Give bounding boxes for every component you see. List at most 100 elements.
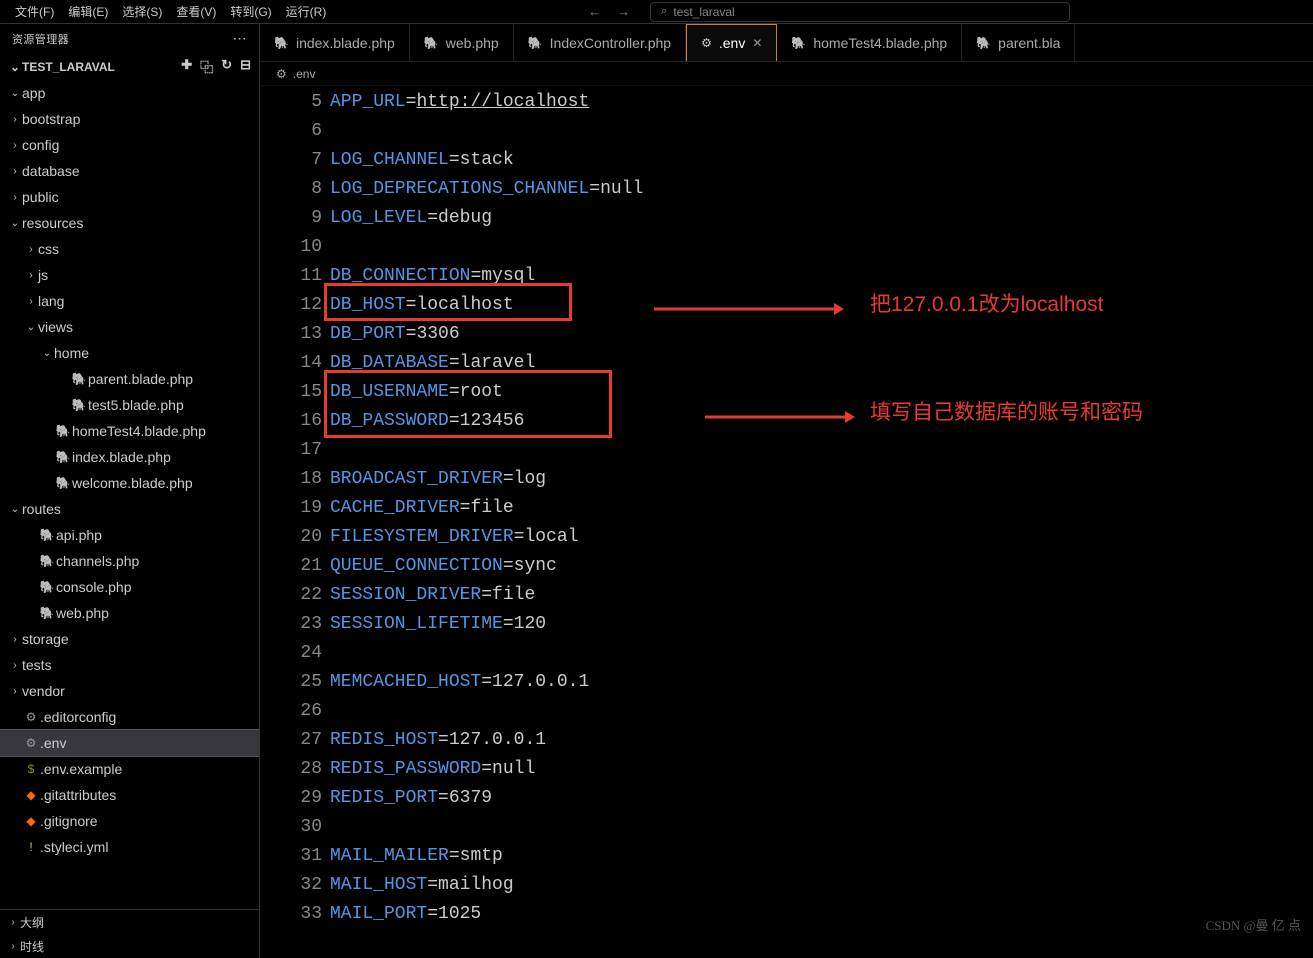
tree-label: public xyxy=(22,189,59,205)
code-line[interactable]: BROADCAST_DRIVER=log xyxy=(330,465,1313,494)
collapse-icon[interactable]: ⊟ xyxy=(240,57,251,76)
code-line[interactable]: SESSION_LIFETIME=120 xyxy=(330,610,1313,639)
menu-item[interactable]: 查看(V) xyxy=(169,3,223,20)
tree-file[interactable]: 🐘welcome.blade.php xyxy=(0,470,259,496)
code-line[interactable] xyxy=(330,813,1313,842)
refresh-icon[interactable]: ↻ xyxy=(221,57,232,76)
code-line[interactable]: QUEUE_CONNECTION=sync xyxy=(330,552,1313,581)
tree-file[interactable]: 🐘index.blade.php xyxy=(0,444,259,470)
menu-item[interactable]: 选择(S) xyxy=(115,3,169,20)
tree-file[interactable]: 🐘api.php xyxy=(0,522,259,548)
close-icon[interactable]: ✕ xyxy=(752,36,762,50)
tree-folder[interactable]: ⌄app xyxy=(0,80,259,106)
tree-file[interactable]: 🐘web.php xyxy=(0,600,259,626)
tree-file[interactable]: 🐘console.php xyxy=(0,574,259,600)
tree-file[interactable]: !.styleci.yml xyxy=(0,834,259,860)
editor-tab[interactable]: 🐘IndexController.php xyxy=(514,24,686,61)
tree-folder[interactable]: ›lang xyxy=(0,288,259,314)
tree-folder[interactable]: ›tests xyxy=(0,652,259,678)
tree-label: .env xyxy=(40,735,66,751)
timeline-section[interactable]: ›时线 xyxy=(0,934,259,958)
code-line[interactable]: LOG_DEPRECATIONS_CHANNEL=null xyxy=(330,175,1313,204)
code-line[interactable] xyxy=(330,697,1313,726)
chevron-right-icon: › xyxy=(8,166,22,177)
code-line[interactable]: DB_DATABASE=laravel xyxy=(330,349,1313,378)
code-line[interactable]: MAIL_MAILER=smtp xyxy=(330,842,1313,871)
tree-folder[interactable]: ›database xyxy=(0,158,259,184)
line-number: 27 xyxy=(260,726,322,755)
menu-item[interactable]: 转到(G) xyxy=(223,3,278,20)
code-line[interactable]: REDIS_PASSWORD=null xyxy=(330,755,1313,784)
tree-folder[interactable]: ›css xyxy=(0,236,259,262)
tree-folder[interactable]: ⌄home xyxy=(0,340,259,366)
tree-folder[interactable]: ›public xyxy=(0,184,259,210)
command-search[interactable]: ⌕ test_laraval xyxy=(650,2,1070,22)
tree-folder[interactable]: ›js xyxy=(0,262,259,288)
line-number: 29 xyxy=(260,784,322,813)
line-number: 12 xyxy=(260,291,322,320)
menu-item[interactable]: 编辑(E) xyxy=(61,3,115,20)
tree-file[interactable]: ◆.gitattributes xyxy=(0,782,259,808)
editor-tab[interactable]: 🐘parent.bla xyxy=(962,24,1075,61)
tree-file[interactable]: 🐘parent.blade.php xyxy=(0,366,259,392)
tree-folder[interactable]: ›vendor xyxy=(0,678,259,704)
code-line[interactable] xyxy=(330,639,1313,668)
menu-item[interactable]: 运行(R) xyxy=(279,3,334,20)
tree-file[interactable]: 🐘channels.php xyxy=(0,548,259,574)
code-line[interactable] xyxy=(330,233,1313,262)
chevron-right-icon: › xyxy=(24,244,38,255)
editor-tab[interactable]: 🐘web.php xyxy=(410,24,514,61)
new-file-icon[interactable]: ✚ xyxy=(181,57,192,76)
tree-file[interactable]: ⚙.editorconfig xyxy=(0,704,259,730)
code-line[interactable]: CACHE_DRIVER=file xyxy=(330,494,1313,523)
tree-folder[interactable]: ⌄resources xyxy=(0,210,259,236)
explorer-more-icon[interactable]: ⋯ xyxy=(233,30,247,47)
tree-folder[interactable]: ›config xyxy=(0,132,259,158)
php-icon: 🐘 xyxy=(54,476,72,490)
menubar: 文件(F)编辑(E)选择(S)查看(V)转到(G)运行(R) ← → ⌕ tes… xyxy=(0,0,1313,24)
line-number: 32 xyxy=(260,871,322,900)
tree-file[interactable]: $.env.example xyxy=(0,756,259,782)
editor-tab[interactable]: 🐘index.blade.php xyxy=(260,24,410,61)
code-line[interactable]: DB_HOST=localhost xyxy=(330,291,1313,320)
code-line[interactable]: APP_URL=http://localhost xyxy=(330,88,1313,117)
nav-back-icon[interactable]: ← xyxy=(588,4,601,19)
explorer-header: 资源管理器 ⋯ xyxy=(0,24,259,53)
code-line[interactable]: REDIS_PORT=6379 xyxy=(330,784,1313,813)
tree-folder[interactable]: ›storage xyxy=(0,626,259,652)
code-line[interactable] xyxy=(330,117,1313,146)
code-line[interactable]: SESSION_DRIVER=file xyxy=(330,581,1313,610)
breadcrumb[interactable]: ⚙ .env xyxy=(260,62,1313,86)
tree-folder[interactable]: ⌄routes xyxy=(0,496,259,522)
file-tree: ⌄app›bootstrap›config›database›public⌄re… xyxy=(0,80,259,909)
tree-file[interactable]: 🐘test5.blade.php xyxy=(0,392,259,418)
code-editor[interactable]: 5678910111213141516171819202122232425262… xyxy=(260,86,1313,958)
code-line[interactable]: DB_USERNAME=root xyxy=(330,378,1313,407)
code-line[interactable]: MEMCACHED_HOST=127.0.0.1 xyxy=(330,668,1313,697)
editor-tab[interactable]: ⚙.env✕ xyxy=(686,24,777,61)
code-line[interactable]: MAIL_HOST=mailhog xyxy=(330,871,1313,900)
line-number: 19 xyxy=(260,494,322,523)
code-line[interactable]: LOG_LEVEL=debug xyxy=(330,204,1313,233)
tree-file[interactable]: ⚙.env xyxy=(0,730,259,756)
code-line[interactable]: DB_PASSWORD=123456 xyxy=(330,407,1313,436)
code-line[interactable]: FILESYSTEM_DRIVER=local xyxy=(330,523,1313,552)
tree-file[interactable]: 🐘homeTest4.blade.php xyxy=(0,418,259,444)
new-folder-icon[interactable]: ⿻ xyxy=(200,57,213,76)
code-content[interactable]: 把127.0.0.1改为localhost 填写自己数据库的账号和密码 APP_… xyxy=(330,86,1313,958)
menu-item[interactable]: 文件(F) xyxy=(8,3,61,20)
editor-tab[interactable]: 🐘homeTest4.blade.php xyxy=(777,24,962,61)
tab-label: parent.bla xyxy=(998,35,1060,51)
outline-section[interactable]: ›大纲 xyxy=(0,910,259,934)
code-line[interactable]: LOG_CHANNEL=stack xyxy=(330,146,1313,175)
code-line[interactable] xyxy=(330,436,1313,465)
tree-folder[interactable]: ⌄views xyxy=(0,314,259,340)
tree-file[interactable]: ◆.gitignore xyxy=(0,808,259,834)
nav-fwd-icon[interactable]: → xyxy=(617,4,630,19)
code-line[interactable]: DB_CONNECTION=mysql xyxy=(330,262,1313,291)
project-row[interactable]: ⌄ TEST_LARAVAL ✚ ⿻ ↻ ⊟ xyxy=(0,53,259,80)
code-line[interactable]: REDIS_HOST=127.0.0.1 xyxy=(330,726,1313,755)
code-line[interactable]: DB_PORT=3306 xyxy=(330,320,1313,349)
code-line[interactable]: MAIL_PORT=1025 xyxy=(330,900,1313,929)
tree-folder[interactable]: ›bootstrap xyxy=(0,106,259,132)
